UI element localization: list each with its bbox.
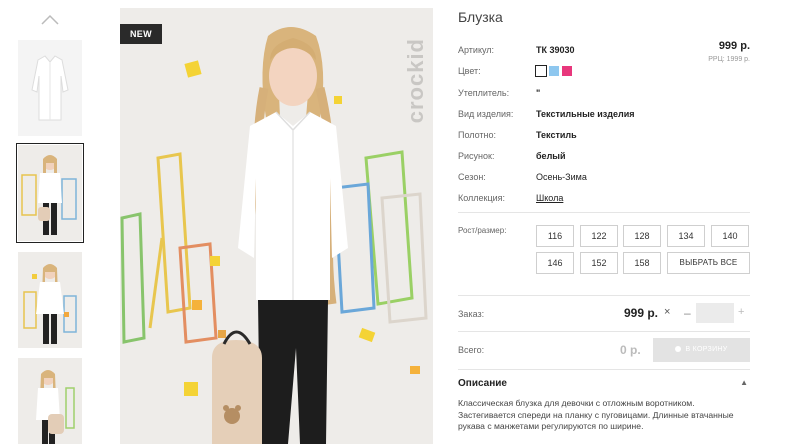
attr-label: Сезон:: [458, 172, 486, 182]
attr-article: Артикул: ТК 39030: [458, 45, 575, 55]
size-option-146[interactable]: 146: [536, 252, 574, 274]
attr-value: Текстильные изделия: [536, 109, 635, 119]
order-label: Заказ:: [458, 309, 485, 319]
size-option-116[interactable]: 116: [536, 225, 574, 247]
attr-label: Рисунок:: [458, 151, 495, 161]
thumbnail-3[interactable]: [18, 252, 82, 348]
add-to-cart-button[interactable]: В КОРЗИНУ: [653, 338, 750, 362]
size-option-140[interactable]: 140: [711, 225, 749, 247]
thumbnail-1[interactable]: [18, 40, 82, 136]
main-product-image[interactable]: NEW crockid: [120, 8, 433, 444]
attr-label: Утеплитель:: [458, 88, 510, 98]
select-all-sizes-button[interactable]: ВЫБРАТЬ ВСЕ: [667, 252, 750, 274]
description-text: Классическая блузка для девочки с отложн…: [458, 398, 734, 431]
attr-value: Осень-Зима: [536, 172, 587, 182]
new-badge: NEW: [120, 24, 162, 44]
attr-label: Цвет:: [458, 66, 481, 76]
sizes-label: Рост/размер:: [458, 226, 507, 235]
attr-value: Текстиль: [536, 130, 577, 140]
thumbnail-2[interactable]: [16, 143, 84, 243]
size-option-152[interactable]: 152: [580, 252, 618, 274]
attr-insulation: Утеплитель: ": [458, 88, 540, 98]
chevron-up-icon[interactable]: [40, 12, 60, 26]
divider: [458, 331, 750, 332]
attr-value: ТК 39030: [536, 45, 575, 55]
attr-product-type: Вид изделия: Текстильные изделия: [458, 109, 635, 119]
size-option-128[interactable]: 128: [623, 225, 661, 247]
total-value: 0 р.: [620, 343, 641, 357]
add-to-cart-label: В КОРЗИНУ: [685, 346, 728, 353]
product-title: Блузка: [458, 9, 503, 25]
attr-collection: Коллекция: Школа: [458, 193, 563, 203]
attr-label: Вид изделия:: [458, 109, 514, 119]
color-swatches: [535, 65, 575, 77]
total-label: Всего:: [458, 345, 485, 355]
size-option-134[interactable]: 134: [667, 225, 705, 247]
size-option-122[interactable]: 122: [580, 225, 618, 247]
brand-watermark: crockid: [403, 38, 428, 124]
attr-label: Артикул:: [458, 45, 495, 55]
rrp-price: РРЦ: 1999 р.: [708, 56, 750, 63]
description-title[interactable]: Описание: [458, 378, 507, 389]
quantity-decrement-button[interactable]: –: [684, 306, 691, 320]
attr-season: Сезон: Осень-Зима: [458, 172, 587, 182]
attr-value: ": [536, 88, 541, 98]
product-info-panel: Блузка 999 р. РРЦ: 1999 р. Артикул: ТК 3…: [458, 0, 758, 444]
thumbnail-4[interactable]: [18, 358, 82, 444]
product-price: 999 р.: [718, 40, 750, 52]
cart-dot-icon: [675, 345, 682, 352]
divider: [458, 212, 750, 213]
attr-label: Полотно:: [458, 130, 497, 140]
quantity-input[interactable]: [696, 303, 734, 323]
attr-value: белый: [536, 151, 566, 161]
color-swatch-white[interactable]: [535, 65, 547, 77]
divider: [458, 295, 750, 296]
size-option-158[interactable]: 158: [623, 252, 661, 274]
order-price: 999 р.: [624, 306, 659, 320]
color-swatch-pink[interactable]: [562, 66, 572, 76]
attr-pattern: Рисунок: белый: [458, 151, 566, 161]
attr-fabric: Полотно: Текстиль: [458, 130, 577, 140]
divider: [458, 369, 750, 370]
attr-color: Цвет:: [458, 66, 481, 76]
quantity-increment-button[interactable]: +: [738, 306, 744, 318]
collection-link[interactable]: Школа: [536, 193, 563, 203]
attr-label: Коллекция:: [458, 193, 506, 203]
collapse-caret-icon[interactable]: ▲: [740, 378, 748, 387]
thumbnail-strip: [14, 0, 86, 444]
multiply-icon: ×: [664, 306, 671, 318]
color-swatch-light-blue[interactable]: [549, 66, 559, 76]
